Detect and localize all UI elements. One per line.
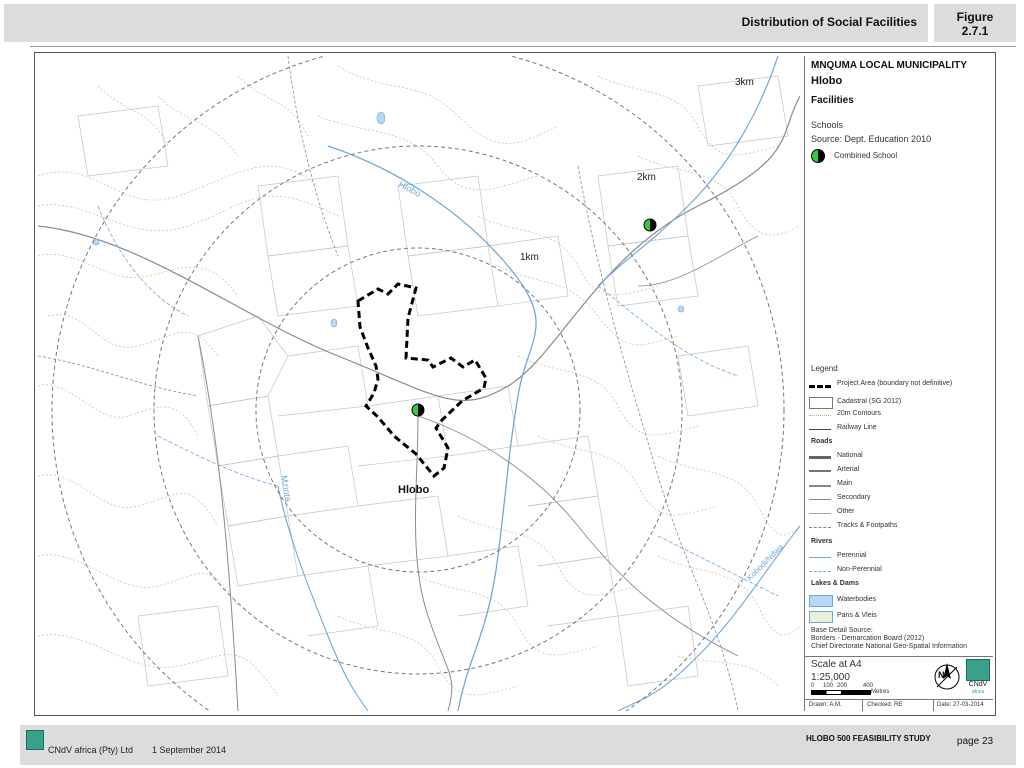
combined-school-marker[interactable] bbox=[643, 218, 657, 232]
header-divider bbox=[30, 46, 1016, 47]
perennial-symbol bbox=[809, 557, 831, 558]
schools-source: Source: Dept. Education 2010 bbox=[811, 134, 932, 144]
map-canvas: 3km 2km 1km Hlobo Hlobo Mzinta Kobodi/Nd… bbox=[38, 56, 800, 711]
legend-waterbodies-label: Waterbodies bbox=[837, 596, 877, 603]
legend-tracks: Tracks & Footpaths bbox=[805, 522, 993, 534]
legend-waterbodies: Waterbodies bbox=[805, 594, 993, 608]
legend-title: Legend bbox=[811, 364, 838, 373]
legend-cadastral-label: Cadastral (SG 2012) bbox=[837, 398, 902, 405]
page-number: page 23 bbox=[934, 727, 1016, 761]
legend-railway: Railway Line bbox=[805, 424, 993, 436]
legend-arterial: Arterial bbox=[805, 466, 993, 478]
scale-tick-0: 0 bbox=[811, 683, 815, 689]
municipality-title: MNQUMA LOCAL MUNICIPALITY bbox=[811, 60, 967, 71]
base-source-2: Chief Directorate National Geo-Spatial I… bbox=[811, 643, 968, 650]
secondary-road-symbol bbox=[809, 499, 831, 500]
drawn-by: Drawn: A.M. bbox=[809, 702, 842, 708]
pans-symbol bbox=[809, 611, 833, 623]
legend-pans-label: Pans & Vleis bbox=[837, 612, 877, 619]
legend-panel: MNQUMA LOCAL MUNICIPALITY Hlobo Faciliti… bbox=[804, 56, 993, 711]
scale-bar-graphic bbox=[811, 690, 871, 695]
ring-label-1km: 1km bbox=[520, 252, 539, 263]
header: Distribution of Social Facilities Figure… bbox=[0, 0, 1024, 46]
legend-rivers-heading: Rivers bbox=[811, 538, 833, 545]
legend-main: Main bbox=[805, 480, 993, 492]
section-title: Facilities bbox=[811, 95, 854, 106]
footer-logo-icon bbox=[26, 730, 44, 758]
footer-study-title: HLOBO 500 FEASIBILITY STUDY bbox=[806, 734, 931, 743]
figure-box: Figure 2.7.1 bbox=[934, 4, 1016, 42]
legend-project-area: Project Area (boundary not definitive) bbox=[805, 380, 993, 392]
legend-project-area-label: Project Area (boundary not definitive) bbox=[837, 380, 953, 387]
legend-railway-label: Railway Line bbox=[837, 424, 877, 431]
cadastral-symbol bbox=[809, 397, 833, 409]
legend-lakes-heading: Lakes & Dams bbox=[811, 580, 859, 587]
legend-other-label: Other bbox=[837, 508, 855, 515]
legend-perennial-label: Perennial bbox=[837, 552, 867, 559]
legend-non-perennial-label: Non-Perennial bbox=[837, 566, 882, 573]
legend-perennial: Perennial bbox=[805, 552, 993, 564]
legend-contours: 20m Contours bbox=[805, 410, 993, 422]
panel-divider bbox=[805, 656, 993, 657]
legend-national: National bbox=[805, 452, 993, 464]
legend-roads-heading: Roads bbox=[811, 438, 833, 445]
base-source-title: Base Detail Source: bbox=[811, 627, 873, 634]
footer-date: 1 September 2014 bbox=[152, 745, 227, 755]
legend-contours-label: 20m Contours bbox=[837, 410, 881, 417]
panel-divider-bottom bbox=[805, 699, 993, 700]
contour-symbol bbox=[809, 415, 831, 416]
figure-label: Figure bbox=[956, 10, 994, 24]
legend-pans: Pans & Vleis bbox=[805, 610, 993, 624]
checked-by: Checked: RE bbox=[867, 702, 903, 708]
legend-cadastral: Cadastral (SG 2012) bbox=[805, 396, 993, 410]
scale-unit: Metres bbox=[871, 689, 890, 695]
tracks-symbol bbox=[809, 527, 831, 528]
main-road-symbol bbox=[809, 485, 831, 487]
schools-heading: Schools bbox=[811, 120, 844, 130]
north-label: N bbox=[938, 670, 945, 680]
figure-number: 2.7.1 bbox=[961, 24, 989, 38]
non-perennial-symbol bbox=[809, 571, 831, 572]
combined-school-icon bbox=[811, 149, 825, 163]
footer-company: CNdV africa (Pty) Ltd bbox=[48, 745, 134, 755]
cell-divider bbox=[862, 700, 863, 711]
scale-tick-100: 100 bbox=[823, 683, 834, 689]
arterial-road-symbol bbox=[809, 470, 831, 472]
legend-secondary: Secondary bbox=[805, 494, 993, 506]
scale-ratio: 1:25,000 bbox=[811, 672, 850, 683]
combined-school-label: Combined School bbox=[834, 151, 898, 160]
area-title: Hlobo bbox=[811, 75, 843, 87]
combined-school-marker[interactable] bbox=[411, 403, 425, 417]
legend-national-label: National bbox=[837, 452, 863, 459]
base-source-1: Borders - Demarcation Board (2012) bbox=[811, 635, 925, 642]
cndv-logo-icon bbox=[966, 659, 990, 681]
scale-title: Scale at A4 bbox=[811, 659, 862, 670]
place-label-hlobo: Hlobo bbox=[398, 484, 429, 496]
legend-tracks-label: Tracks & Footpaths bbox=[837, 522, 898, 529]
legend-other: Other bbox=[805, 508, 993, 520]
north-arrow-icon: N bbox=[933, 659, 961, 695]
ring-label-3km: 3km bbox=[735, 77, 754, 88]
legend-secondary-label: Secondary bbox=[837, 494, 871, 501]
legend-main-label: Main bbox=[837, 480, 853, 487]
national-road-symbol bbox=[809, 456, 831, 459]
railway-symbol bbox=[809, 429, 831, 430]
cndv-logo-sub: africa bbox=[971, 689, 985, 695]
legend-arterial-label: Arterial bbox=[837, 466, 860, 473]
other-road-symbol bbox=[809, 513, 831, 514]
cell-divider bbox=[933, 700, 934, 711]
cndv-logo-name: CNdV bbox=[968, 681, 988, 688]
waterbody-symbol bbox=[809, 595, 833, 607]
legend-non-perennial: Non-Perennial bbox=[805, 566, 993, 578]
page-title: Distribution of Social Facilities bbox=[741, 15, 917, 29]
scale-tick-200: 200 bbox=[837, 683, 848, 689]
scale-bar: 0 100 200 400 Metres bbox=[811, 683, 931, 695]
project-area-symbol bbox=[809, 385, 831, 388]
ring-label-2km: 2km bbox=[637, 172, 656, 183]
cndv-logo: CNdV africa bbox=[965, 659, 991, 695]
map-date: Date: 27-03-2014 bbox=[937, 702, 984, 708]
